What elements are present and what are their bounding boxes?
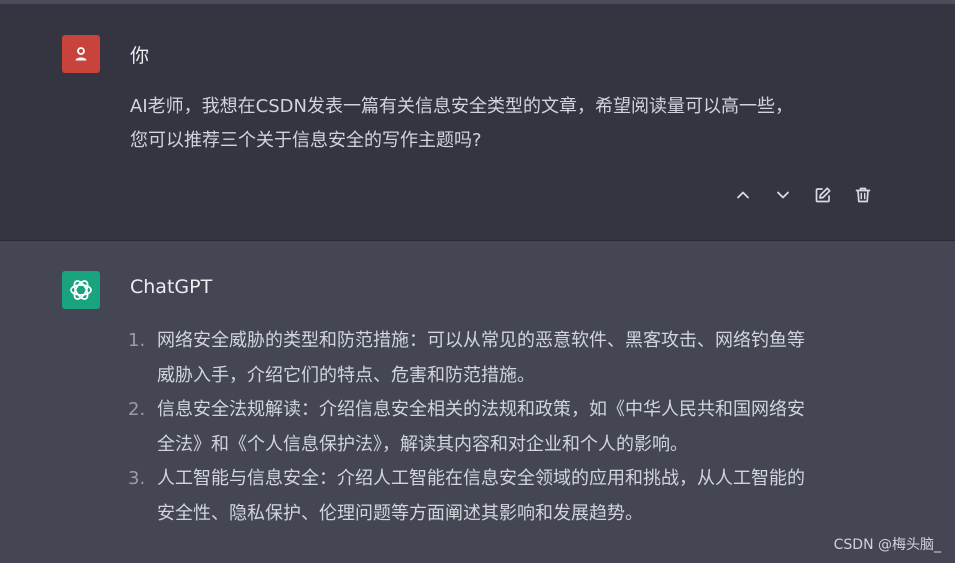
list-item-line: 信息安全法规解读：介绍信息安全相关的法规和政策，如《中华人民共和国网络安 <box>157 399 805 420</box>
chevron-down-icon <box>777 191 789 199</box>
answer-list: 1. 网络安全威胁的类型和防范措施：可以从常见的恶意软件、黑客攻击、网络钓鱼等 … <box>128 323 918 530</box>
trash-icon <box>855 187 871 203</box>
user-avatar <box>62 35 100 73</box>
user-author-name: 你 <box>130 45 150 67</box>
list-item-line: 人工智能与信息安全：介绍人工智能在信息安全领域的应用和挑战，从人工智能的 <box>157 468 805 489</box>
list-item-line: 全法》和《个人信息保护法》，解读其内容和对企业和个人的影响。 <box>157 434 688 455</box>
list-item: 1. 网络安全威胁的类型和防范措施：可以从常见的恶意软件、黑客攻击、网络钓鱼等 … <box>128 323 918 393</box>
list-item: 3. 人工智能与信息安全：介绍人工智能在信息安全领域的应用和挑战，从人工智能的 … <box>128 461 918 531</box>
openai-logo-icon <box>70 280 92 300</box>
user-icon <box>75 47 87 61</box>
delete-button[interactable] <box>848 180 878 210</box>
user-message-text: AI老师，我想在CSDN发表一篇有关信息安全类型的文章，希望阅读量可以高一些， … <box>130 90 890 158</box>
user-message-block: 你 AI老师，我想在CSDN发表一篇有关信息安全类型的文章，希望阅读量可以高一些… <box>0 4 955 241</box>
assistant-author-name: ChatGPT <box>130 276 213 298</box>
watermark: CSDN @梅头脑_ <box>833 537 941 553</box>
next-button[interactable] <box>768 180 798 210</box>
list-item-text: 信息安全法规解读：介绍信息安全相关的法规和政策，如《中华人民共和国网络安 全法》… <box>157 392 897 462</box>
list-item-text: 网络安全威胁的类型和防范措施：可以从常见的恶意软件、黑客攻击、网络钓鱼等 威胁入… <box>157 323 897 393</box>
message-actions <box>728 180 878 210</box>
list-item-number: 3. <box>128 468 146 489</box>
assistant-message-block: ChatGPT 1. 网络安全威胁的类型和防范措施：可以从常见的恶意软件、黑客攻… <box>0 241 955 563</box>
edit-icon <box>815 187 831 203</box>
list-item: 2. 信息安全法规解读：介绍信息安全相关的法规和政策，如《中华人民共和国网络安 … <box>128 392 918 462</box>
chevron-up-icon <box>737 191 749 199</box>
list-item-number: 1. <box>128 330 146 351</box>
user-message-line: 您可以推荐三个关于信息安全的写作主题吗? <box>130 130 482 151</box>
list-item-text: 人工智能与信息安全：介绍人工智能在信息安全领域的应用和挑战，从人工智能的 安全性… <box>157 461 897 531</box>
list-item-number: 2. <box>128 399 146 420</box>
user-message-line: AI老师，我想在CSDN发表一篇有关信息安全类型的文章，希望阅读量可以高一些， <box>130 96 793 117</box>
previous-button[interactable] <box>728 180 758 210</box>
list-item-line: 网络安全威胁的类型和防范措施：可以从常见的恶意软件、黑客攻击、网络钓鱼等 <box>157 330 805 351</box>
list-item-line: 安全性、隐私保护、伦理问题等方面阐述其影响和发展趋势。 <box>157 503 643 524</box>
edit-button[interactable] <box>808 180 838 210</box>
list-item-line: 威胁入手，介绍它们的特点、危害和防范措施。 <box>157 365 535 386</box>
chatgpt-avatar <box>62 271 100 309</box>
